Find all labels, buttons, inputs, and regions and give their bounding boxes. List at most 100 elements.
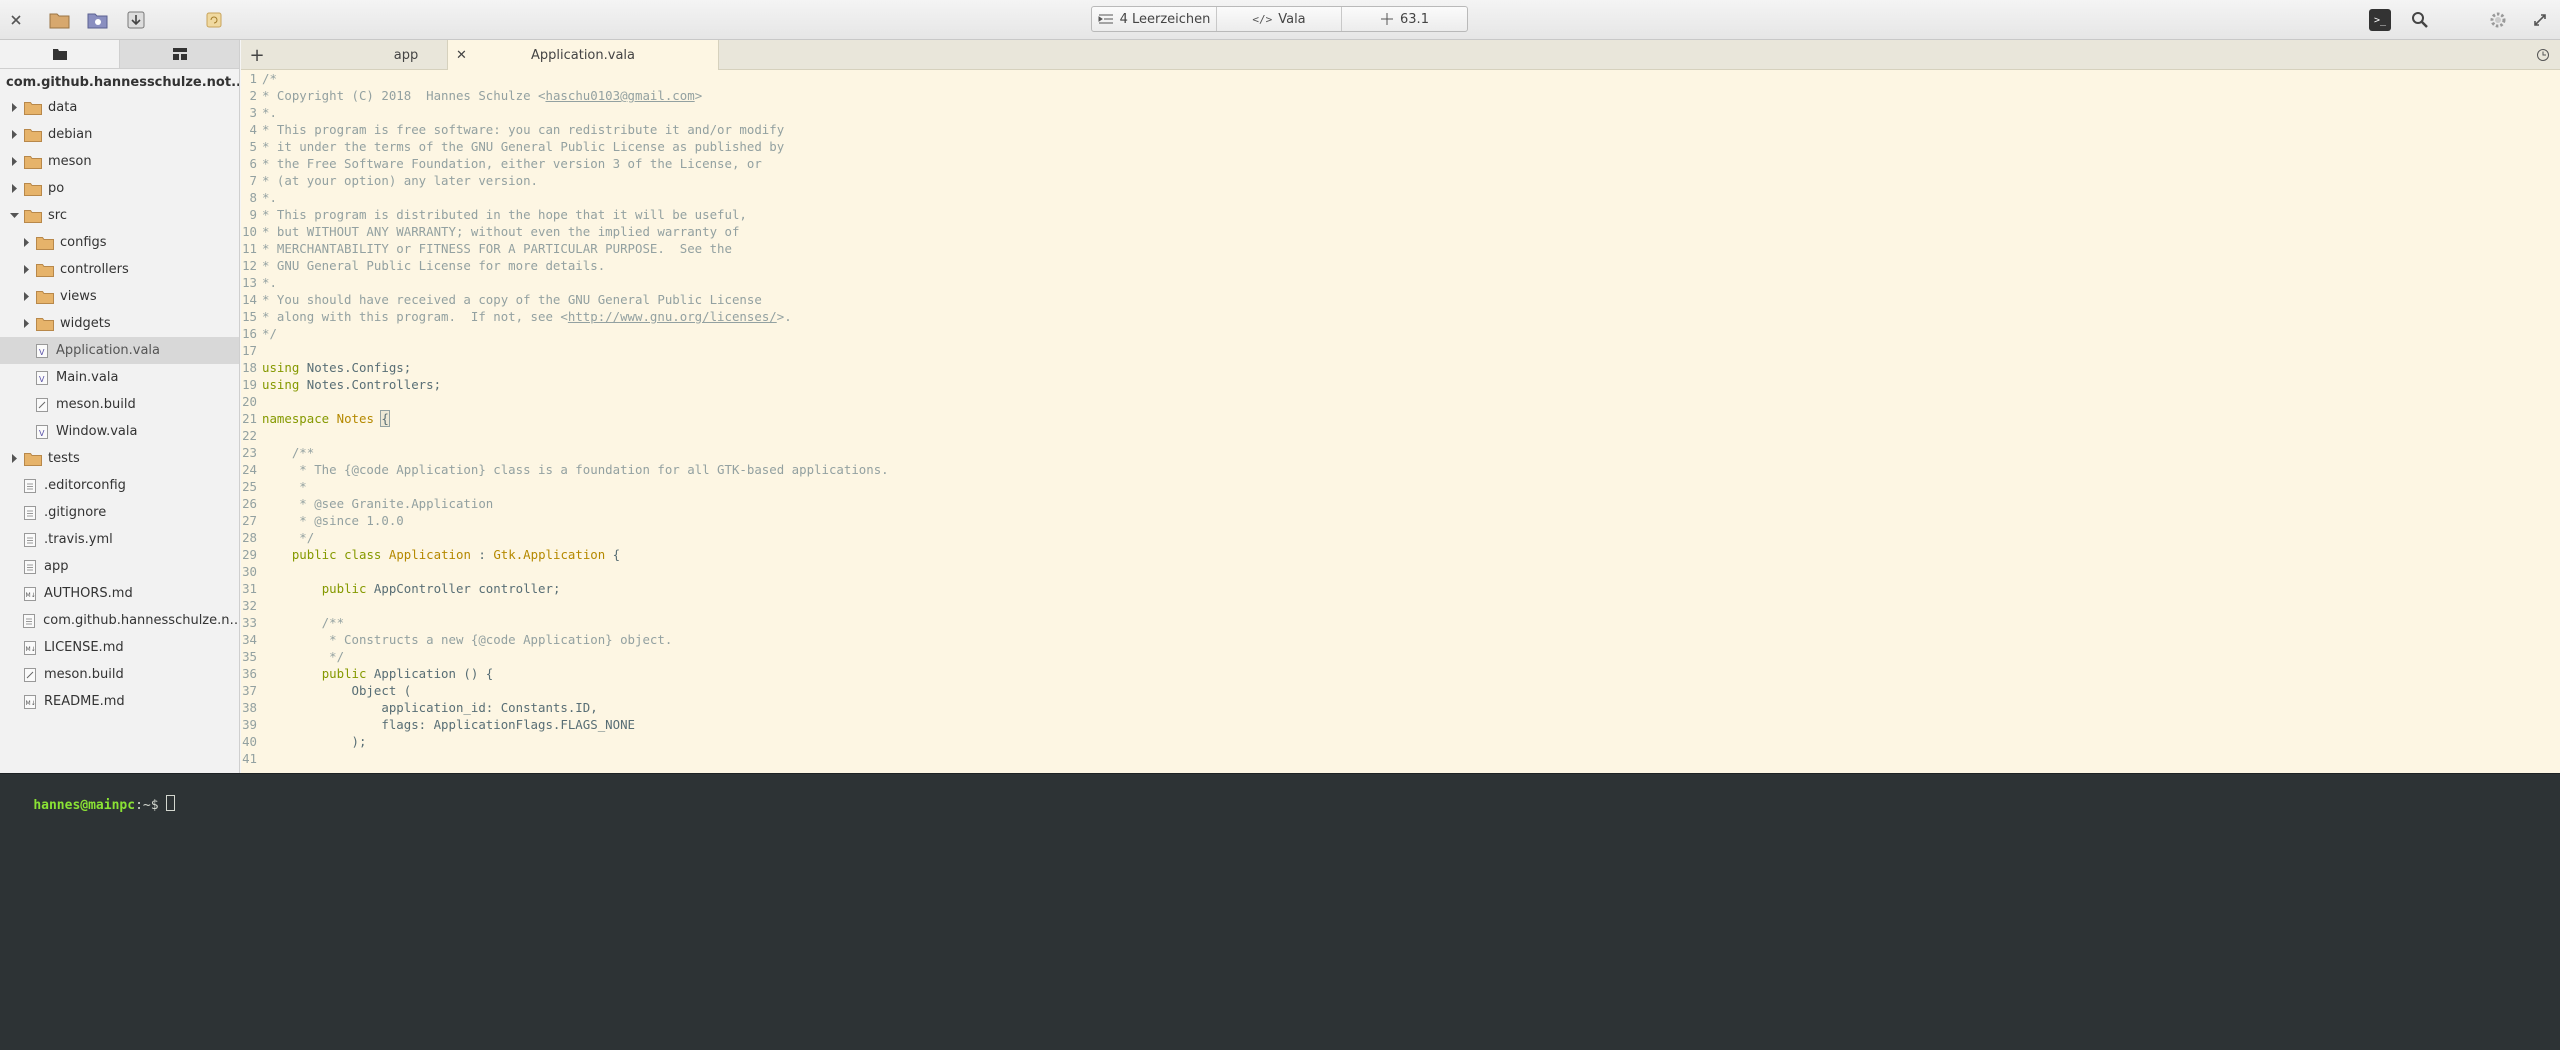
tree-folder[interactable]: src xyxy=(0,202,239,229)
open-folder-icon[interactable] xyxy=(48,8,72,32)
symbols-tab[interactable] xyxy=(120,40,239,68)
expander-closed-icon[interactable] xyxy=(20,238,32,247)
text-file-icon xyxy=(24,559,36,574)
history-icon[interactable] xyxy=(2531,40,2555,70)
tree-file[interactable]: .gitignore xyxy=(0,499,239,526)
tab-close-icon[interactable]: ✕ xyxy=(456,48,467,63)
tree-file[interactable]: com.github.hannesschulze.note... xyxy=(0,607,239,634)
goto-line-button[interactable]: 63.1 xyxy=(1342,7,1467,31)
code-line[interactable]: 23 /** xyxy=(241,444,314,461)
code-line[interactable]: 16 */ xyxy=(241,325,277,342)
code-line[interactable]: 19 using Notes.Controllers; xyxy=(241,376,441,393)
expander-closed-icon[interactable] xyxy=(20,319,32,328)
tree-folder[interactable]: configs xyxy=(0,229,239,256)
tree-file[interactable]: .editorconfig xyxy=(0,472,239,499)
code-line[interactable]: 40 ); xyxy=(241,733,366,750)
code-line[interactable]: 13 *. xyxy=(241,274,277,291)
expander-closed-icon[interactable] xyxy=(20,265,32,274)
code-line[interactable]: 34 * Constructs a new {@code Application… xyxy=(241,631,672,648)
code-line[interactable]: 24 * The {@code Application} class is a … xyxy=(241,461,889,478)
code-line[interactable]: 36 public Application () { xyxy=(241,665,493,682)
code-line[interactable]: 12 * GNU General Public License for more … xyxy=(241,257,605,274)
code-line[interactable]: 20 xyxy=(241,393,262,410)
code-line[interactable]: 5 * it under the terms of the GNU General… xyxy=(241,138,785,155)
code-line[interactable]: 17 xyxy=(241,342,262,359)
language-button[interactable]: </> Vala xyxy=(1217,7,1342,31)
code-line[interactable]: 33 /** xyxy=(241,614,344,631)
tree-folder[interactable]: tests xyxy=(0,445,239,472)
code-line[interactable]: 26 * @see Granite.Application xyxy=(241,495,493,512)
revert-icon[interactable] xyxy=(202,8,226,32)
code-line[interactable]: 1 /* xyxy=(241,70,277,87)
expander-closed-icon[interactable] xyxy=(8,157,20,166)
code-line[interactable]: 11 * MERCHANTABILITY or FITNESS FOR A PAR… xyxy=(241,240,732,257)
code-line[interactable]: 8 *. xyxy=(241,189,277,206)
terminal-icon[interactable]: >_ xyxy=(2369,9,2391,31)
code-line[interactable]: 35 */ xyxy=(241,648,344,665)
tree-folder[interactable]: meson xyxy=(0,148,239,175)
code-line[interactable]: 6 * the Free Software Foundation, either … xyxy=(241,155,762,172)
code-line[interactable]: 32 xyxy=(241,597,262,614)
terminal-prompt[interactable]: hannes@mainpc:~$ xyxy=(2,780,176,828)
tree-folder[interactable]: controllers xyxy=(0,256,239,283)
code-line[interactable]: 27 * @since 1.0.0 xyxy=(241,512,404,529)
folder-tab[interactable] xyxy=(0,40,120,68)
tree-folder[interactable]: data xyxy=(0,94,239,121)
code-text: *. xyxy=(262,275,277,290)
tree-file[interactable]: meson.build xyxy=(0,661,239,688)
tree-file[interactable]: M↓ LICENSE.md xyxy=(0,634,239,661)
tree-file[interactable]: meson.build xyxy=(0,391,239,418)
code-editor[interactable]: 1 /* 2 * Copyright (C) 2018 Hannes Schulze … xyxy=(241,70,2560,773)
code-line[interactable]: 14 * You should have received a copy of t… xyxy=(241,291,762,308)
terminal-pane[interactable]: hannes@mainpc:~$ xyxy=(0,773,2560,1050)
project-root[interactable]: com.github.hannesschulze.not... xyxy=(0,69,239,97)
code-line[interactable]: 29 public class Application : Gtk.Applic… xyxy=(241,546,620,563)
tree-file[interactable]: V Window.vala xyxy=(0,418,239,445)
code-line[interactable]: 41 xyxy=(241,750,262,767)
code-line[interactable]: 37 Object ( xyxy=(241,682,411,699)
new-tab-button[interactable]: + xyxy=(247,40,267,70)
code-line[interactable]: 28 */ xyxy=(241,529,314,546)
tree-folder[interactable]: debian xyxy=(0,121,239,148)
code-line[interactable]: 9 * This program is distributed in the ho… xyxy=(241,206,747,223)
expander-closed-icon[interactable] xyxy=(8,130,20,139)
code-line[interactable]: 30 xyxy=(241,563,262,580)
code-line[interactable]: 38 application_id: Constants.ID, xyxy=(241,699,598,716)
gear-icon[interactable] xyxy=(2486,8,2510,32)
code-line[interactable]: 15 * along with this program. If not, see… xyxy=(241,308,792,325)
expander-closed-icon[interactable] xyxy=(8,184,20,193)
code-line[interactable]: 22 xyxy=(241,427,262,444)
expander-closed-icon[interactable] xyxy=(8,454,20,463)
code-line[interactable]: 3 *. xyxy=(241,104,277,121)
tree-file[interactable]: M↓ README.md xyxy=(0,688,239,715)
save-icon[interactable] xyxy=(124,8,148,32)
code-line[interactable]: 25 * xyxy=(241,478,307,495)
line-number: 6 xyxy=(249,156,257,171)
search-icon[interactable] xyxy=(2408,8,2432,32)
tree-file[interactable]: M↓ AUTHORS.md xyxy=(0,580,239,607)
tree-file[interactable]: V Main.vala xyxy=(0,364,239,391)
indent-button[interactable]: 4 Leerzeichen xyxy=(1092,7,1217,31)
code-line[interactable]: 10 * but WITHOUT ANY WARRANTY; without ev… xyxy=(241,223,739,240)
code-line[interactable]: 39 flags: ApplicationFlags.FLAGS_NONE xyxy=(241,716,635,733)
tree-folder[interactable]: widgets xyxy=(0,310,239,337)
tab-application-vala[interactable]: ✕ Application.vala xyxy=(447,40,719,70)
tree-folder[interactable]: po xyxy=(0,175,239,202)
tree-file[interactable]: app xyxy=(0,553,239,580)
code-line[interactable]: 7 * (at your option) any later version. xyxy=(241,172,538,189)
tree-file[interactable]: V Application.vala xyxy=(0,337,239,364)
expander-closed-icon[interactable] xyxy=(8,103,20,112)
tree-file[interactable]: .travis.yml xyxy=(0,526,239,553)
expander-closed-icon[interactable] xyxy=(20,292,32,301)
expander-open-icon[interactable] xyxy=(8,211,20,220)
code-line[interactable]: 21 namespace Notes { xyxy=(241,410,390,427)
restore-icon[interactable] xyxy=(2528,8,2552,32)
code-line[interactable]: 31 public AppController controller; xyxy=(241,580,560,597)
code-line[interactable]: 18 using Notes.Configs; xyxy=(241,359,411,376)
code-line[interactable]: 2 * Copyright (C) 2018 Hannes Schulze <ha… xyxy=(241,87,703,104)
close-icon[interactable] xyxy=(4,8,28,32)
project-icon[interactable] xyxy=(86,8,110,32)
tree-item-label: Main.vala xyxy=(56,370,119,385)
tree-folder[interactable]: views xyxy=(0,283,239,310)
code-line[interactable]: 4 * This program is free software: you ca… xyxy=(241,121,785,138)
